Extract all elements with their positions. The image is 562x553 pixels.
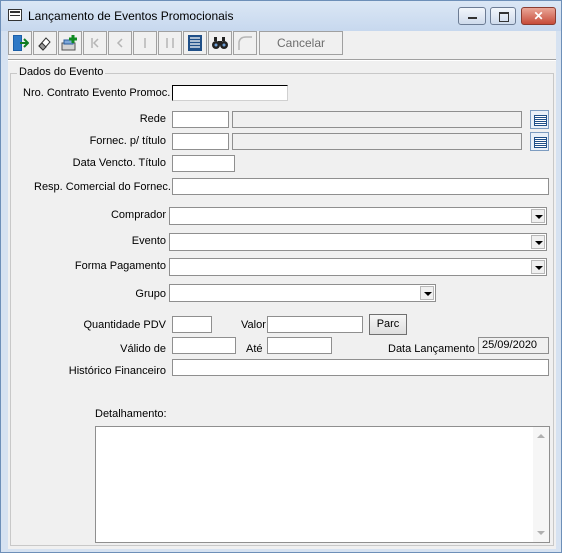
pdv-quantity-label: Quantidade PDV [83,319,166,331]
event-select[interactable] [169,233,547,251]
list-button[interactable] [183,31,207,55]
scroll-up-icon[interactable] [537,434,545,438]
previous-record-icon [116,38,123,48]
buyer-select[interactable] [169,207,547,225]
eraser-icon [38,37,51,51]
chevron-down-icon[interactable] [420,286,434,300]
details-label: Detalhamento: [95,408,167,420]
first-record-button [83,31,107,55]
valid-until-label: Até [246,343,263,355]
chevron-down-icon[interactable] [531,235,545,249]
maximize-icon [499,12,509,22]
edit-icon [238,36,252,50]
window-title: Lançamento de Eventos Promocionais [28,9,234,23]
due-date-label: Data Vencto. Título [72,157,166,169]
supplier-lookup-button[interactable] [530,132,549,151]
value-field[interactable] [267,316,363,333]
rede-lookup-button[interactable] [530,110,549,129]
rede-label: Rede [139,113,166,125]
main-window: Lançamento de Eventos Promocionais ✕ Can… [0,0,562,553]
maximize-button[interactable] [490,7,516,25]
contract-number-field[interactable] [172,85,288,101]
title-bar[interactable]: Lançamento de Eventos Promocionais ✕ [1,1,561,31]
event-data-group: Dados do Evento Nro. Contrato Evento Pro… [10,66,554,546]
due-date-field[interactable] [172,155,235,172]
supplier-name-field [232,133,522,150]
buyer-label: Comprador [110,209,166,221]
group-select[interactable] [169,284,436,302]
launch-date-field: 25/09/2020 [478,337,549,354]
previous-record-button [108,31,132,55]
payment-method-label: Forma Pagamento [74,260,166,272]
form-client-area: Cancelar Dados do Evento Nro. Contrato E… [8,31,556,549]
last-record-icon [166,38,174,48]
financial-history-field[interactable] [172,359,549,376]
rede-name-field [232,111,522,128]
add-record-icon [61,35,77,51]
financial-history-label: Histórico Financeiro [68,365,166,377]
toolbar: Cancelar [8,31,556,57]
close-button[interactable]: ✕ [521,7,556,25]
minimize-icon [468,17,477,19]
list-icon [534,115,547,126]
first-record-icon [91,38,99,48]
last-record-button [158,31,182,55]
rede-code-field[interactable] [172,111,229,128]
valid-from-label: Válido de [120,343,166,355]
parc-button[interactable]: Parc [369,314,407,335]
payment-method-select[interactable] [169,258,547,276]
group-label: Grupo [135,288,166,300]
next-record-button [133,31,157,55]
group-title: Dados do Evento [17,66,106,78]
details-textarea[interactable] [95,426,550,543]
scroll-down-icon[interactable] [537,531,545,535]
list-icon [188,35,202,51]
contract-number-label: Nro. Contrato Evento Promoc. [23,87,171,99]
event-label: Evento [131,235,166,247]
close-icon: ✕ [533,9,544,23]
clear-button[interactable] [33,31,57,55]
edit-button [233,31,257,55]
pdv-quantity-field[interactable] [172,316,212,333]
next-record-icon [144,38,146,48]
launch-date-label: Data Lançamento [388,343,475,355]
exit-icon [13,35,29,51]
vertical-scrollbar[interactable] [533,427,549,542]
valid-from-field[interactable] [172,337,236,354]
list-icon [534,137,547,148]
commercial-resp-field[interactable] [172,178,549,195]
add-button[interactable] [58,31,82,55]
chevron-down-icon[interactable] [531,260,545,274]
search-button[interactable] [208,31,232,55]
exit-button[interactable] [8,31,32,55]
window-form-icon [8,9,22,21]
supplier-label: Fornec. p/ título [89,135,166,147]
minimize-button[interactable] [458,7,486,25]
chevron-down-icon[interactable] [531,209,545,223]
valid-until-field[interactable] [267,337,332,354]
binoculars-icon [212,37,228,49]
commercial-resp-label: Resp. Comercial do Fornec. [34,181,171,193]
supplier-code-field[interactable] [172,133,229,150]
cancel-button[interactable]: Cancelar [259,31,343,55]
value-label: Valor [241,319,266,331]
toolbar-separator [8,59,556,61]
